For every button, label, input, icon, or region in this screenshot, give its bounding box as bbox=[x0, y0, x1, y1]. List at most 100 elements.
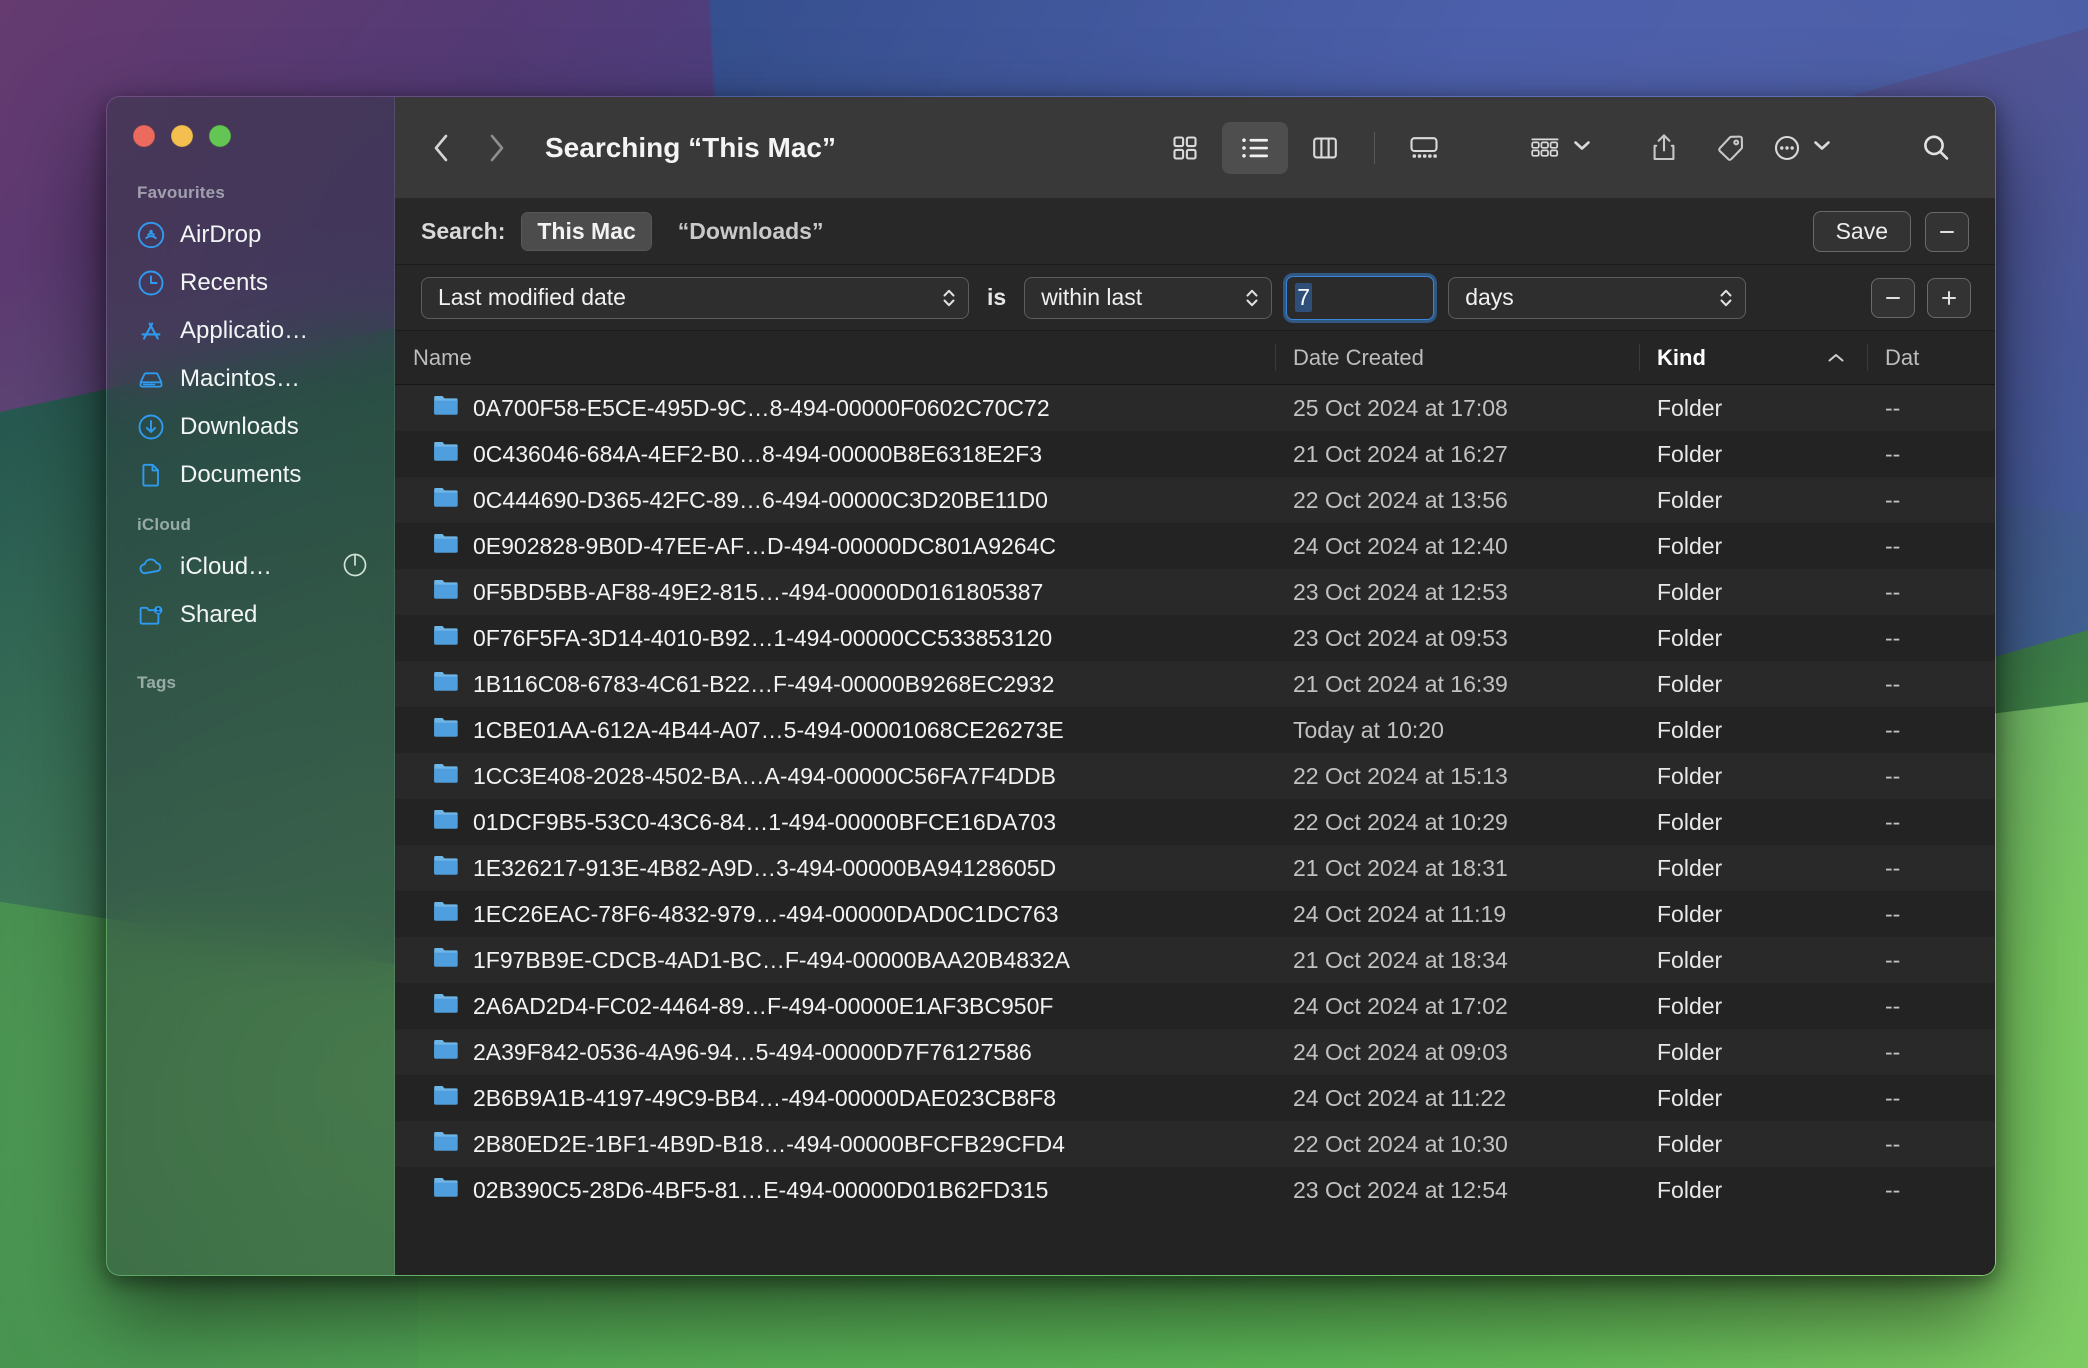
icon-view-button[interactable] bbox=[1152, 122, 1218, 174]
table-row[interactable]: 0F76F5FA-3D14-4010-B92…1-494-00000CC5338… bbox=[395, 615, 1995, 661]
save-search-button[interactable]: Save bbox=[1812, 211, 1911, 252]
sidebar-item-recents[interactable]: Recents bbox=[119, 259, 383, 307]
table-row[interactable]: 2B6B9A1B-4197-49C9-BB4…-494-00000DAE023C… bbox=[395, 1075, 1995, 1121]
column-header-date-created[interactable]: Date Created bbox=[1275, 331, 1639, 384]
date-modified-cell: -- bbox=[1885, 440, 1901, 467]
table-row[interactable]: 2A39F842-0536-4A96-94…5-494-00000D7F7612… bbox=[395, 1029, 1995, 1075]
date-created-cell: 24 Oct 2024 at 09:03 bbox=[1293, 1038, 1508, 1065]
main-pane: Searching “This Mac” Search: This Mac “D… bbox=[395, 97, 1995, 1275]
minimize-button[interactable] bbox=[171, 125, 193, 147]
criteria-value-input[interactable]: 7 bbox=[1286, 275, 1435, 320]
table-row[interactable]: 1F97BB9E-CDCB-4AD1-BC…F-494-00000BAA20B4… bbox=[395, 937, 1995, 983]
search-scope-bar: Search: This Mac “Downloads” Save bbox=[395, 199, 1995, 265]
date-created-cell: 22 Oct 2024 at 10:30 bbox=[1293, 1130, 1508, 1157]
forward-button[interactable] bbox=[469, 121, 523, 175]
sidebar-item-documents[interactable]: Documents bbox=[119, 451, 383, 499]
column-header-label: Date Created bbox=[1293, 344, 1424, 370]
close-button[interactable] bbox=[133, 125, 155, 147]
criteria-value-text: 7 bbox=[1295, 283, 1312, 312]
file-name-cell: 0F5BD5BB-AF88-49E2-815…-494-00000D016180… bbox=[395, 578, 1275, 606]
table-row[interactable]: 2B80ED2E-1BF1-4B9D-B18…-494-00000BFCFB29… bbox=[395, 1121, 1995, 1167]
date-modified-cell: -- bbox=[1885, 946, 1901, 973]
harddisk-icon bbox=[137, 365, 165, 393]
date-created-cell: 22 Oct 2024 at 10:29 bbox=[1293, 808, 1508, 835]
kind-cell: Folder bbox=[1657, 532, 1723, 559]
file-name-label: 1EC26EAC-78F6-4832-979…-494-00000DAD0C1D… bbox=[473, 900, 1059, 927]
add-criteria-button[interactable] bbox=[1927, 277, 1971, 318]
folder-icon bbox=[433, 808, 459, 836]
table-row[interactable]: 1E326217-913E-4B82-A9D…3-494-00000BA9412… bbox=[395, 845, 1995, 891]
file-list[interactable]: 0A700F58-E5CE-495D-9C…8-494-00000F0602C7… bbox=[395, 385, 1995, 1275]
folder-icon bbox=[433, 854, 459, 882]
criteria-operator-label: is bbox=[987, 284, 1007, 310]
list-view-button[interactable] bbox=[1222, 121, 1288, 174]
date-modified-cell: -- bbox=[1885, 394, 1901, 421]
table-row[interactable]: 0C436046-684A-4EF2-B0…8-494-00000B8E6318… bbox=[395, 431, 1995, 477]
column-header-kind[interactable]: Kind bbox=[1639, 331, 1867, 384]
date-created-cell: 24 Oct 2024 at 11:19 bbox=[1293, 900, 1507, 927]
table-row[interactable]: 0F5BD5BB-AF88-49E2-815…-494-00000D016180… bbox=[395, 569, 1995, 615]
back-button[interactable] bbox=[415, 121, 469, 175]
scope-downloads[interactable]: “Downloads” bbox=[662, 212, 840, 251]
date-created-cell: 24 Oct 2024 at 12:40 bbox=[1293, 532, 1508, 559]
share-button[interactable] bbox=[1631, 122, 1697, 174]
table-row[interactable]: 0E902828-9B0D-47EE-AF…D-494-00000DC801A9… bbox=[395, 523, 1995, 569]
criteria-attribute-select[interactable]: Last modified date bbox=[421, 276, 969, 319]
remove-criteria-button[interactable] bbox=[1871, 277, 1915, 318]
file-name-cell: 2A39F842-0536-4A96-94…5-494-00000D7F7612… bbox=[395, 1038, 1275, 1066]
file-name-cell: 01DCF9B5-53C0-43C6-84…1-494-00000BFCE16D… bbox=[395, 808, 1275, 836]
table-row[interactable]: 1CC3E408-2028-4502-BA…A-494-00000C56FA7F… bbox=[395, 753, 1995, 799]
date-modified-cell: -- bbox=[1885, 1038, 1901, 1065]
table-row[interactable]: 02B390C5-28D6-4BF5-81…E-494-00000D01B62F… bbox=[395, 1167, 1995, 1213]
more-actions-button[interactable] bbox=[1763, 122, 1841, 174]
file-name-label: 2A6AD2D4-FC02-4464-89…F-494-00000E1AF3BC… bbox=[473, 992, 1054, 1019]
date-modified-cell: -- bbox=[1885, 808, 1901, 835]
sidebar-item-macintosh-hd[interactable]: Macintos… bbox=[119, 355, 383, 403]
folder-icon bbox=[433, 992, 459, 1020]
file-name-label: 2B6B9A1B-4197-49C9-BB4…-494-00000DAE023C… bbox=[473, 1084, 1057, 1111]
criteria-unit-select[interactable]: days bbox=[1448, 276, 1747, 319]
sidebar: Favourites AirDrop Recents Applicatio… M… bbox=[107, 97, 395, 1275]
shared-folder-icon bbox=[137, 601, 165, 629]
table-row[interactable]: 0A700F58-E5CE-495D-9C…8-494-00000F0602C7… bbox=[395, 385, 1995, 431]
table-row[interactable]: 1CBE01AA-612A-4B44-A07…5-494-00001068CE2… bbox=[395, 707, 1995, 753]
search-label: Search: bbox=[421, 218, 506, 244]
sidebar-item-icloud-drive[interactable]: iCloud… bbox=[119, 543, 383, 591]
file-name-label: 2A39F842-0536-4A96-94…5-494-00000D7F7612… bbox=[473, 1038, 1032, 1065]
file-name-label: 1E326217-913E-4B82-A9D…3-494-00000BA9412… bbox=[473, 854, 1057, 881]
file-name-cell: 1EC26EAC-78F6-4832-979…-494-00000DAD0C1D… bbox=[395, 900, 1275, 928]
table-row[interactable]: 1B116C08-6783-4C61-B22…F-494-00000B9268E… bbox=[395, 661, 1995, 707]
date-created-cell: 24 Oct 2024 at 11:22 bbox=[1293, 1084, 1507, 1111]
gallery-view-button[interactable] bbox=[1391, 122, 1457, 174]
date-created-cell: 21 Oct 2024 at 18:34 bbox=[1293, 946, 1508, 973]
sidebar-item-label: Shared bbox=[180, 601, 258, 628]
column-header-name[interactable]: Name bbox=[395, 331, 1275, 384]
scope-this-mac[interactable]: This Mac bbox=[521, 212, 652, 251]
group-by-button[interactable] bbox=[1519, 122, 1601, 174]
remove-search-button[interactable] bbox=[1925, 211, 1969, 252]
sort-ascending-icon bbox=[1825, 345, 1847, 371]
column-view-button[interactable] bbox=[1292, 122, 1358, 174]
file-name-label: 1CC3E408-2028-4502-BA…A-494-00000C56FA7F… bbox=[473, 762, 1057, 789]
maximize-button[interactable] bbox=[209, 125, 231, 147]
sidebar-item-downloads[interactable]: Downloads bbox=[119, 403, 383, 451]
folder-icon bbox=[433, 1084, 459, 1112]
table-row[interactable]: 01DCF9B5-53C0-43C6-84…1-494-00000BFCE16D… bbox=[395, 799, 1995, 845]
table-row[interactable]: 0C444690-D365-42FC-89…6-494-00000C3D20BE… bbox=[395, 477, 1995, 523]
sidebar-item-shared[interactable]: Shared bbox=[119, 591, 383, 639]
search-button[interactable] bbox=[1903, 122, 1969, 174]
column-header-date-modified[interactable]: Dat bbox=[1867, 331, 1987, 384]
kind-cell: Folder bbox=[1657, 716, 1723, 743]
date-created-cell: 23 Oct 2024 at 12:54 bbox=[1293, 1176, 1508, 1203]
tag-button[interactable] bbox=[1697, 122, 1763, 174]
file-name-cell: 1F97BB9E-CDCB-4AD1-BC…F-494-00000BAA20B4… bbox=[395, 946, 1275, 974]
table-row[interactable]: 1EC26EAC-78F6-4832-979…-494-00000DAD0C1D… bbox=[395, 891, 1995, 937]
date-modified-cell: -- bbox=[1885, 670, 1901, 697]
stepper-chevrons-icon bbox=[940, 283, 958, 313]
sidebar-item-airdrop[interactable]: AirDrop bbox=[119, 211, 383, 259]
table-row[interactable]: 2A6AD2D4-FC02-4464-89…F-494-00000E1AF3BC… bbox=[395, 983, 1995, 1029]
criteria-comparator-select[interactable]: within last bbox=[1024, 276, 1273, 319]
sidebar-item-applications[interactable]: Applicatio… bbox=[119, 307, 383, 355]
folder-icon bbox=[433, 716, 459, 744]
folder-icon bbox=[433, 394, 459, 422]
